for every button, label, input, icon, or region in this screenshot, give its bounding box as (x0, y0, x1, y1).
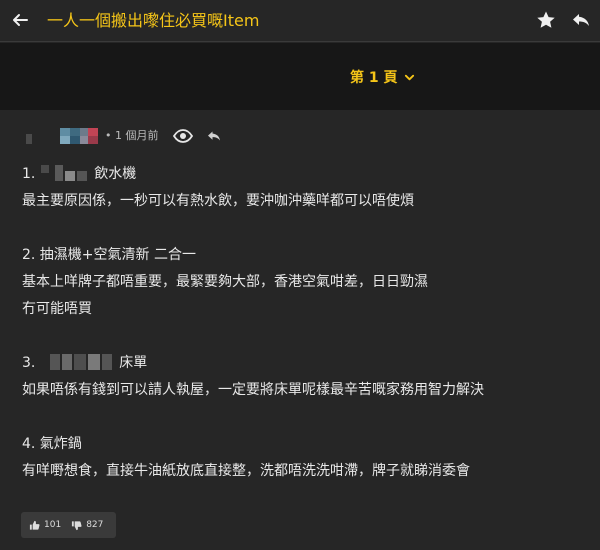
back-button[interactable] (8, 8, 32, 32)
post-content: 1. 飲水機 最主要原因係，一秒可以有熱水飲，要沖咖沖藥咩都可以唔使煩 2. 抽… (22, 161, 582, 485)
reply-icon (208, 131, 220, 141)
reply-icon (573, 14, 589, 26)
top-bar: 一人一個搬出嚟住必買嘅Item (0, 0, 600, 42)
username[interactable] (58, 128, 106, 144)
view-button[interactable] (172, 128, 194, 144)
content-line: 2. 抽濕機+空氣清新 二合一 (22, 247, 196, 263)
content-line: 4. 氣炸鍋 (22, 436, 82, 452)
post-time: • 1 個月前 (105, 129, 159, 142)
avatar[interactable] (22, 128, 56, 150)
eye-icon (172, 129, 194, 143)
content-line: 最主要原因係，一秒可以有熱水飲，要沖咖沖藥咩都可以唔使煩 (22, 193, 414, 209)
upvote-count: 101 (44, 520, 62, 530)
page-selector[interactable]: 第 1 頁 (350, 66, 415, 88)
downvote-count: 827 (86, 520, 104, 530)
content-line: 基本上咩牌子都唔重要，最緊要夠大部，香港空氣咁差，日日勁濕 (22, 274, 428, 290)
vote-box: 101 827 (21, 512, 116, 538)
content-line: 冇可能唔買 (22, 301, 92, 317)
pagination-bar: 第 1 頁 (0, 43, 600, 110)
page-label: 第 1 頁 (350, 70, 398, 86)
post-header: • 1 個月前 (0, 110, 600, 162)
blurred-text (49, 354, 114, 370)
reply-button[interactable] (569, 8, 593, 32)
content-line: 1. 飲水機 (22, 165, 137, 182)
thumbs-up-icon[interactable] (29, 520, 40, 531)
content-line: 有咩嘢想食，直接牛油紙放底直接整，洗都唔洗洗咁滯，牌子就睇消委會 (22, 463, 470, 479)
blurred-text (40, 165, 89, 181)
quote-button[interactable] (205, 127, 223, 145)
star-icon (537, 11, 555, 28)
arrow-left-icon (13, 14, 28, 26)
content-line: 如果唔係有錢到可以請人執屋，一定要將床單呢樣最辛苦嘅家務用智力解決 (22, 382, 484, 398)
bookmark-button[interactable] (534, 8, 558, 32)
thread-title: 一人一個搬出嚟住必買嘅Item (47, 11, 260, 30)
content-line: 3. 床單 (22, 354, 148, 371)
thumbs-down-icon[interactable] (71, 520, 82, 531)
chevron-down-icon (404, 74, 414, 80)
post: • 1 個月前 1. 飲水機 最主要原因係，一秒可以有熱水飲，要沖咖沖藥咩都可以… (0, 110, 600, 550)
